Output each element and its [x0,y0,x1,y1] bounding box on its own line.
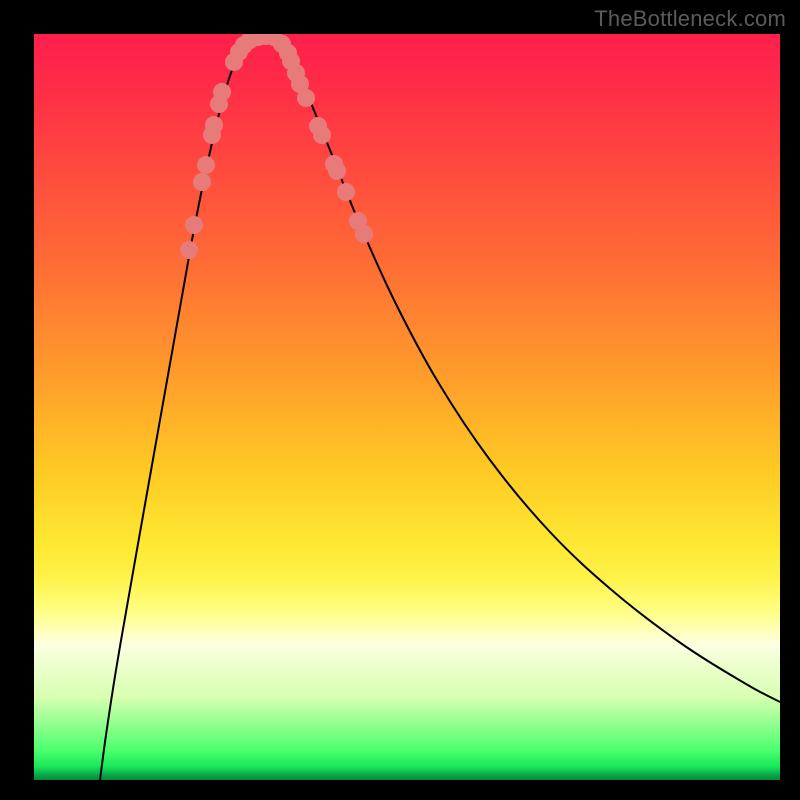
chart-frame: TheBottleneck.com [0,0,800,800]
data-point [205,116,223,134]
data-point [313,126,331,144]
data-point [185,216,203,234]
data-point [328,162,346,180]
data-point [197,156,215,174]
data-point [355,225,373,243]
plot-area [34,34,780,780]
data-point [297,89,315,107]
data-point [193,173,211,191]
data-point [337,183,355,201]
data-point [180,241,198,259]
data-points-layer [34,34,780,780]
watermark-text: TheBottleneck.com [594,6,786,32]
data-point [213,83,231,101]
